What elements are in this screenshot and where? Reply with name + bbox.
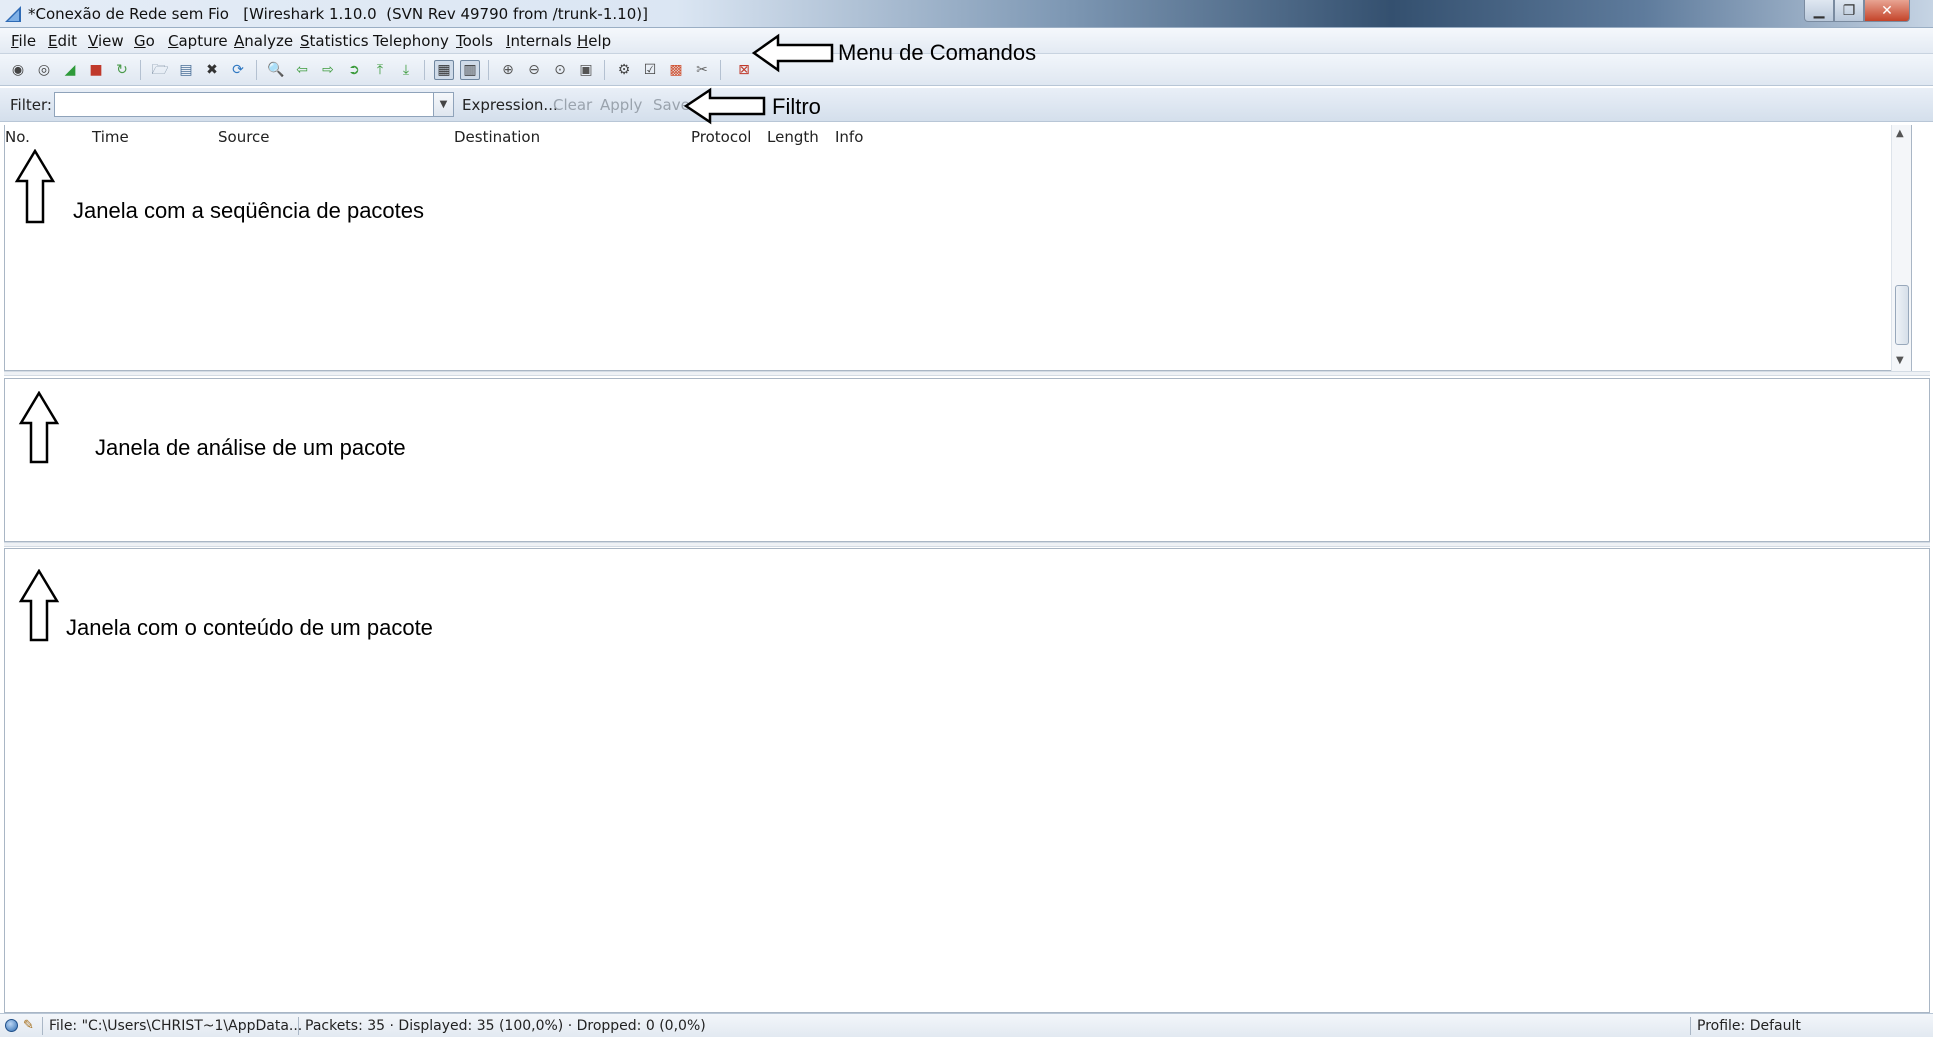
toolbar-separator [720, 60, 721, 80]
toolbar-separator [424, 60, 425, 80]
reload-icon[interactable]: ⟳ [228, 60, 248, 80]
go-first-icon[interactable]: ⤒ [370, 60, 390, 80]
annotation-arrow-up-icon [14, 149, 56, 224]
chevron-down-icon[interactable]: ▼ [434, 92, 454, 117]
column-header-info[interactable]: Info [835, 128, 863, 146]
preferences-icon[interactable]: ✂ [692, 60, 712, 80]
menu-tools[interactable]: Tools [456, 32, 493, 50]
wireshark-logo-icon [5, 6, 21, 22]
capture-filters-icon[interactable]: ⚙ [614, 60, 634, 80]
resize-columns-icon[interactable]: ▣ [576, 60, 596, 80]
go-last-icon[interactable]: ⤓ [396, 60, 416, 80]
start-capture-icon[interactable]: ◢ [60, 60, 80, 80]
filter-input[interactable] [54, 92, 434, 117]
pane-splitter[interactable] [4, 371, 1930, 376]
menu-internals[interactable]: Internals [506, 32, 572, 50]
scroll-up-icon[interactable]: ▲ [1896, 128, 1904, 139]
title-bar: *Conexão de Rede sem Fio [Wireshark 1.10… [0, 0, 1933, 28]
menu-go[interactable]: Go [134, 32, 155, 50]
save-file-icon[interactable]: ▤ [176, 60, 196, 80]
pane-splitter[interactable] [4, 542, 1930, 547]
column-header-length[interactable]: Length [767, 128, 819, 146]
toolbar-separator [256, 60, 257, 80]
capture-options-icon[interactable]: ◎ [34, 60, 54, 80]
annotation-arrow-left-icon [752, 33, 834, 73]
display-filters-icon[interactable]: ☑ [640, 60, 660, 80]
menu-view[interactable]: View [88, 32, 124, 50]
packet-list-pane[interactable]: No. Time Source Destination Protocol Len… [4, 125, 1912, 371]
stop-capture-icon[interactable]: ■ [86, 60, 106, 80]
expert-info-icon[interactable] [5, 1019, 18, 1032]
column-header-destination[interactable]: Destination [454, 128, 540, 146]
annotation-arrow-up-icon [18, 569, 60, 642]
go-forward-icon[interactable]: ⇨ [318, 60, 338, 80]
go-to-packet-icon[interactable]: ➲ [344, 60, 364, 80]
scroll-down-icon[interactable]: ▼ [1896, 355, 1904, 366]
menu-capture[interactable]: Capture [168, 32, 228, 50]
colorize-icon[interactable]: ▦ [434, 60, 454, 80]
annotation-packet-details: Janela de análise de um pacote [95, 435, 406, 460]
column-header-protocol[interactable]: Protocol [691, 128, 751, 146]
menu-telephony[interactable]: Telephony [373, 32, 449, 50]
coloring-rules-icon[interactable]: ▩ [666, 60, 686, 80]
window-title: *Conexão de Rede sem Fio [Wireshark 1.10… [28, 5, 648, 23]
clear-button[interactable]: Clear [553, 96, 592, 114]
annotation-menu: Menu de Comandos [838, 40, 1037, 65]
open-file-icon[interactable]: 🗁 [150, 60, 170, 80]
status-packets: Packets: 35 · Displayed: 35 (100,0%) · D… [305, 1018, 706, 1034]
annotation-packet-bytes: Janela com o conteúdo de um pacote [66, 615, 433, 640]
zoom-in-icon[interactable]: ⊕ [498, 60, 518, 80]
packet-list-header: No. Time Source Destination Protocol Len… [5, 125, 1893, 147]
column-header-source[interactable]: Source [218, 128, 270, 146]
menu-edit[interactable]: Edit [48, 32, 77, 50]
restart-capture-icon[interactable]: ↻ [112, 60, 132, 80]
toolbar-separator [488, 60, 489, 80]
column-header-time[interactable]: Time [92, 128, 129, 146]
close-window-button[interactable]: ✕ [1864, 0, 1910, 22]
status-separator [1690, 1017, 1691, 1035]
annotation-packet-list: Janela com a seqüência de pacotes [73, 198, 425, 223]
packet-list-scrollbar[interactable]: ▲ ▼ [1891, 125, 1911, 371]
annotation-arrow-up-icon [18, 391, 60, 464]
column-header-no[interactable]: No. [5, 128, 30, 146]
apply-button[interactable]: Apply [600, 96, 642, 114]
filter-label: Filter: [10, 96, 52, 114]
interfaces-icon[interactable]: ◉ [8, 60, 28, 80]
autoscroll-icon[interactable]: ▥ [460, 60, 480, 80]
status-file: File: "C:\Users\CHRIST~1\AppData... [49, 1018, 303, 1034]
edit-comment-icon[interactable]: ✎ [23, 1018, 34, 1033]
minimize-button[interactable]: ▁ [1804, 0, 1834, 22]
help-icon[interactable]: ⊠ [734, 60, 754, 80]
status-separator [298, 1017, 299, 1035]
menu-statistics[interactable]: Statistics [300, 32, 369, 50]
zoom-out-icon[interactable]: ⊖ [524, 60, 544, 80]
menu-file[interactable]: File [11, 32, 36, 50]
status-profile[interactable]: Profile: Default [1697, 1018, 1801, 1034]
toolbar-separator [604, 60, 605, 80]
scrollbar-thumb[interactable] [1895, 285, 1909, 345]
maximize-button[interactable]: ❐ [1834, 0, 1864, 22]
close-file-icon[interactable]: ✖ [202, 60, 222, 80]
zoom-normal-icon[interactable]: ⊙ [550, 60, 570, 80]
status-separator [42, 1017, 43, 1035]
annotation-arrow-left-icon [684, 87, 766, 125]
status-bar: ✎ File: "C:\Users\CHRIST~1\AppData... Pa… [0, 1013, 1933, 1037]
find-packet-icon[interactable]: 🔍 [266, 60, 286, 80]
go-back-icon[interactable]: ⇦ [292, 60, 312, 80]
annotation-filter: Filtro [772, 94, 821, 119]
menu-help[interactable]: Help [577, 32, 611, 50]
filter-toolbar: Filter: ▼ Expression... Clear Apply Save [0, 88, 1933, 122]
toolbar-separator [140, 60, 141, 80]
menu-analyze[interactable]: Analyze [234, 32, 293, 50]
expression-button[interactable]: Expression... [462, 96, 558, 114]
